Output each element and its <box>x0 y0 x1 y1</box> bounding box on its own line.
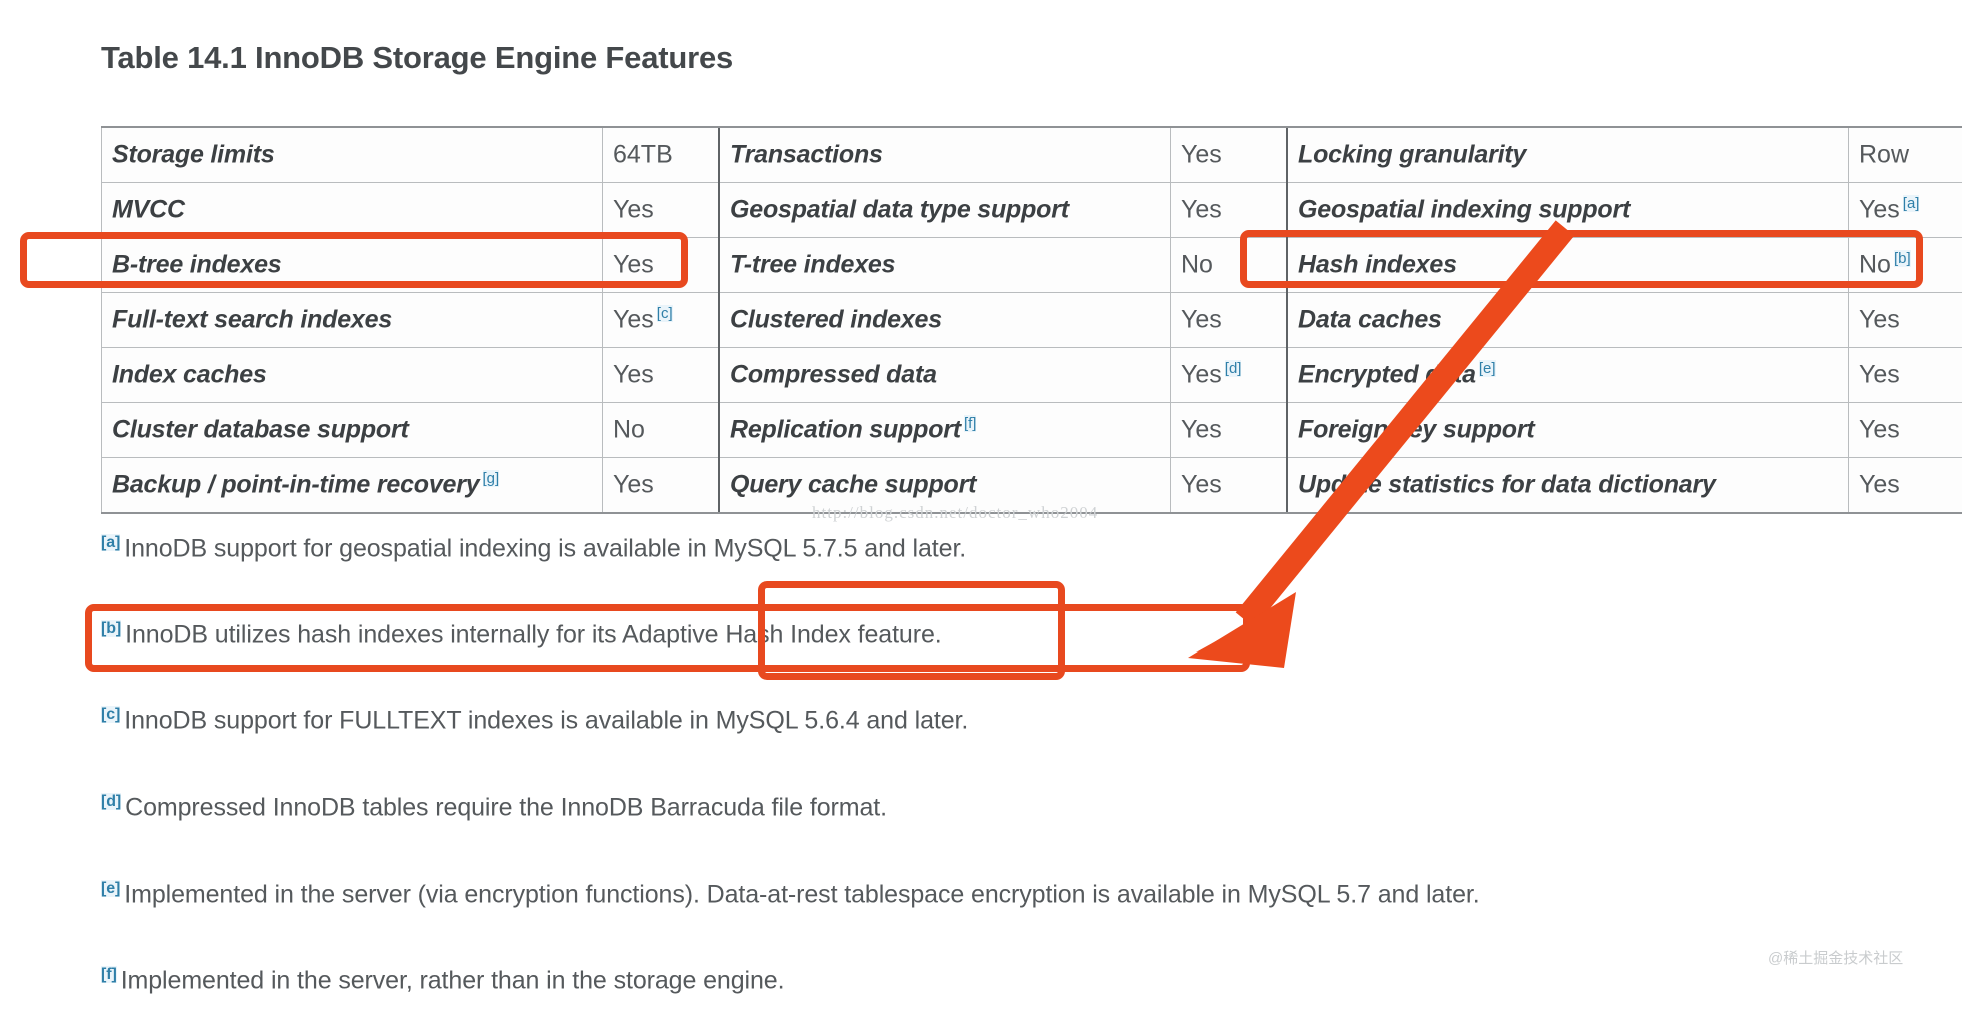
innodb-features-table: Storage limits 64TB Transactions Yes Loc… <box>101 126 1962 514</box>
cell-value-1: No <box>602 402 720 458</box>
cell-value-1: Yes <box>602 457 720 514</box>
footnote-marker: [e] <box>101 880 121 897</box>
watermark-brand: @稀土掘金技术社区 <box>1768 950 1904 967</box>
table-row: B-tree indexes Yes T-tree indexes No Has… <box>101 237 1962 293</box>
cell-value-3: Yes <box>1848 402 1962 458</box>
cell-value-2: Yes [d] <box>1170 347 1288 403</box>
cell-value-1: Yes <box>602 237 720 293</box>
table-row: Full-text search indexes Yes [c] Clustere… <box>101 292 1962 348</box>
footnote-d: [d] Compressed InnoDB tables require the … <box>101 793 887 822</box>
footnote-ref[interactable]: [g] <box>482 470 500 488</box>
cell-value-3: Yes [a] <box>1848 182 1962 238</box>
footnote-marker: [d] <box>101 793 122 810</box>
cell-value-3: Yes <box>1848 292 1962 348</box>
cell-value-2: Yes <box>1170 292 1288 348</box>
cell-feature-2: Geospatial data type support <box>718 182 1171 238</box>
cell-feature-2: Replication support [f] <box>718 402 1171 458</box>
footnote-ref[interactable]: [f] <box>963 415 977 433</box>
footnote-ref[interactable]: [e] <box>1478 360 1496 378</box>
footnote-text: Implemented in the server (via encryptio… <box>124 880 1480 909</box>
table-row: Index caches Yes Compressed data Yes [d] … <box>101 347 1962 403</box>
cell-value-2: Yes <box>1170 457 1288 514</box>
footnote-marker: [f] <box>101 966 117 983</box>
cell-value-3: Yes <box>1848 347 1962 403</box>
footnote-f: [f] Implemented in the server, rather tha… <box>101 966 785 995</box>
cell-value-1: Yes <box>602 182 720 238</box>
cell-feature-3: Data caches <box>1286 292 1849 348</box>
cell-feature-1: Index caches <box>101 347 603 403</box>
cell-value-3: Row <box>1848 126 1962 183</box>
table-row: Storage limits 64TB Transactions Yes Loc… <box>101 126 1962 183</box>
footnote-text: Compressed InnoDB tables require the Inn… <box>125 793 887 822</box>
cell-value-3: Yes <box>1848 457 1962 514</box>
footnote-c: [c] InnoDB support for FULLTEXT indexes i… <box>101 706 968 735</box>
cell-value-1: 64TB <box>602 126 720 183</box>
cell-feature-3: Hash indexes <box>1286 237 1849 293</box>
cell-feature-3: Locking granularity <box>1286 126 1849 183</box>
footnote-ref[interactable]: [d] <box>1224 360 1242 378</box>
footnote-text: Implemented in the server, rather than i… <box>120 966 785 995</box>
table-row: Cluster database support No Replication … <box>101 402 1962 458</box>
cell-feature-1: MVCC <box>101 182 603 238</box>
cell-feature-3: Foreign key support <box>1286 402 1849 458</box>
cell-feature-3: Geospatial indexing support <box>1286 182 1849 238</box>
cell-feature-2: Clustered indexes <box>718 292 1171 348</box>
footnote-b: [b] InnoDB utilizes hash indexes internal… <box>101 620 942 649</box>
footnote-a: [a] InnoDB support for geospatial indexin… <box>101 534 966 563</box>
cell-feature-2: T-tree indexes <box>718 237 1171 293</box>
footnote-e: [e] Implemented in the server (via encryp… <box>101 880 1480 909</box>
table-row: MVCC Yes Geospatial data type support Ye… <box>101 182 1962 238</box>
cell-feature-1: Cluster database support <box>101 402 603 458</box>
footnote-marker: [a] <box>101 534 121 551</box>
cell-value-1: Yes <box>602 347 720 403</box>
document-page: Table 14.1 InnoDB Storage Engine Feature… <box>0 0 1962 1012</box>
cell-feature-3: Encrypted data [e] <box>1286 347 1849 403</box>
footnote-marker: [b] <box>101 620 122 637</box>
cell-feature-1: Storage limits <box>101 126 603 183</box>
table-body: Storage limits 64TB Transactions Yes Loc… <box>101 126 1962 514</box>
footnote-text: InnoDB support for FULLTEXT indexes is a… <box>124 706 969 735</box>
footnote-ref[interactable]: [c] <box>656 305 673 323</box>
cell-value-1: Yes [c] <box>602 292 720 348</box>
footnote-text: InnoDB support for geospatial indexing i… <box>124 534 967 563</box>
cell-feature-1: B-tree indexes <box>101 237 603 293</box>
page-title: Table 14.1 InnoDB Storage Engine Feature… <box>101 40 734 75</box>
cell-value-2: No <box>1170 237 1288 293</box>
cell-value-2: Yes <box>1170 126 1288 183</box>
cell-feature-3: Update statistics for data dictionary <box>1286 457 1849 514</box>
footnote-ref[interactable]: [a] <box>1902 195 1920 213</box>
footnote-text: InnoDB utilizes hash indexes internally … <box>125 620 942 649</box>
footnote-ref[interactable]: [b] <box>1893 250 1911 268</box>
cell-feature-2: Compressed data <box>718 347 1171 403</box>
cell-feature-1: Backup / point-in-time recovery [g] <box>101 457 603 514</box>
cell-feature-2: Transactions <box>718 126 1171 183</box>
cell-feature-1: Full-text search indexes <box>101 292 603 348</box>
cell-value-2: Yes <box>1170 402 1288 458</box>
watermark-url: http://blog.csdn.net/doctor_who2004 <box>812 503 1099 522</box>
cell-value-2: Yes <box>1170 182 1288 238</box>
footnote-marker: [c] <box>101 706 121 723</box>
cell-value-3: No [b] <box>1848 237 1962 293</box>
